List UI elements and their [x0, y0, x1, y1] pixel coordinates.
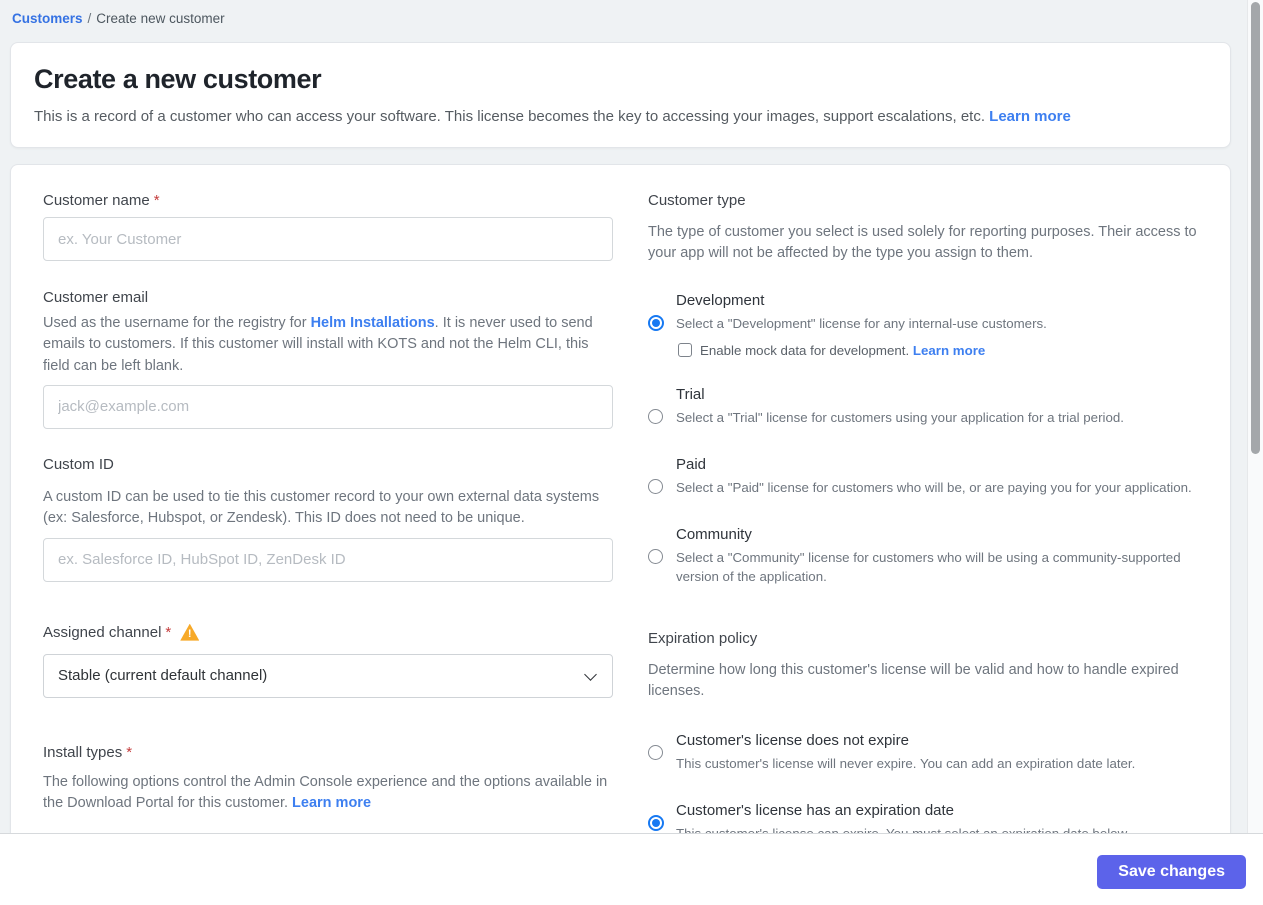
trial-radio[interactable]	[648, 408, 663, 424]
customer-type-description: The type of customer you select is used …	[648, 224, 1197, 262]
customer-type-option-development[interactable]: Development Select a "Development" licen…	[648, 292, 1198, 358]
customer-email-input[interactable]	[43, 384, 613, 429]
helm-installations-link[interactable]: Helm Installations	[311, 315, 435, 331]
header-learn-more-link[interactable]: Learn more	[989, 108, 1071, 125]
page-subtitle-text: This is a record of a customer who can a…	[34, 108, 985, 125]
mock-data-label: Enable mock data for development. Learn …	[700, 342, 986, 358]
scrollbar-thumb[interactable]	[1251, 2, 1260, 454]
paid-radio[interactable]	[648, 478, 663, 494]
expiration-policy-description: Determine how long this customer's licen…	[648, 662, 1179, 700]
required-asterisk: *	[126, 743, 133, 761]
expiration-option-has-expiration[interactable]: Customer's license has an expiration dat…	[648, 802, 1198, 833]
customer-name-input[interactable]	[43, 217, 613, 261]
assigned-channel-label: Assigned channel * !	[43, 623, 613, 641]
breadcrumb-current: Create new customer	[96, 11, 225, 26]
breadcrumb: Customers / Create new customer	[0, 0, 1263, 26]
customer-email-help: Used as the username for the registry fo…	[43, 315, 593, 374]
no-expire-description: This customer's license will never expir…	[676, 756, 1136, 772]
customer-email-label: Customer email	[43, 289, 149, 306]
customer-type-heading: Customer type	[648, 192, 746, 209]
expiration-policy-heading: Expiration policy	[648, 630, 758, 648]
paid-description: Select a "Paid" license for customers wh…	[676, 479, 1192, 495]
scrollbar[interactable]	[1247, 0, 1263, 833]
has-expiration-title: Customer's license has an expiration dat…	[676, 802, 955, 820]
required-asterisk: *	[165, 623, 172, 641]
custom-id-label: Custom ID	[43, 455, 114, 473]
install-types-label: Install types *	[43, 743, 133, 761]
form-left-column: Customer name* Customer email Used as th…	[43, 192, 613, 811]
form-right-column: Customer type The type of customer you s…	[648, 192, 1198, 833]
custom-id-help: A custom ID can be used to tie this cust…	[43, 488, 600, 527]
paid-title: Paid	[676, 455, 707, 473]
community-radio[interactable]	[648, 548, 663, 564]
customer-type-option-paid[interactable]: Paid Select a "Paid" license for custome…	[648, 456, 1198, 498]
development-radio[interactable]	[648, 315, 664, 332]
page-subtitle: This is a record of a customer who can a…	[34, 108, 1207, 125]
trial-title: Trial	[676, 385, 705, 403]
page-header-card: Create a new customer This is a record o…	[10, 42, 1231, 148]
mock-data-checkbox[interactable]	[678, 343, 692, 358]
required-asterisk: *	[153, 192, 160, 209]
trial-description: Select a "Trial" license for customers u…	[676, 409, 1124, 425]
community-description: Select a "Community" license for custome…	[676, 549, 1181, 584]
page-title: Create a new customer	[34, 64, 322, 94]
expiration-option-no-expire[interactable]: Customer's license does not expire This …	[648, 732, 1198, 774]
customer-type-option-community[interactable]: Community Select a "Community" license f…	[648, 526, 1198, 587]
save-changes-button[interactable]: Save changes	[1097, 855, 1246, 889]
install-types-help: The following options control the Admin …	[43, 773, 608, 811]
install-types-learn-more-link[interactable]: Learn more	[292, 795, 371, 811]
community-title: Community	[676, 525, 752, 543]
custom-id-input[interactable]	[43, 537, 613, 582]
has-expiration-description: This customer's license can expire. You …	[676, 825, 1198, 833]
assigned-channel-selected-value: Stable (current default channel)	[58, 666, 268, 684]
customer-form-card: Customer name* Customer email Used as th…	[10, 164, 1231, 833]
mock-data-learn-more-link[interactable]: Learn more	[913, 343, 985, 358]
mock-data-row: Enable mock data for development. Learn …	[678, 343, 1198, 358]
breadcrumb-separator: /	[87, 11, 92, 26]
breadcrumb-customers-link[interactable]: Customers	[12, 11, 83, 26]
warning-triangle-icon: !	[180, 623, 200, 641]
development-title: Development	[676, 292, 765, 310]
assigned-channel-select[interactable]: Stable (current default channel)	[43, 653, 613, 698]
customer-name-label: Customer name *	[43, 192, 160, 209]
no-expire-title: Customer's license does not expire	[676, 732, 909, 750]
has-expiration-radio[interactable]	[648, 815, 664, 832]
customer-type-option-trial[interactable]: Trial Select a "Trial" license for custo…	[648, 386, 1198, 428]
no-expire-radio[interactable]	[648, 745, 663, 761]
footer-save-bar: Save changes	[0, 833, 1263, 905]
development-description: Select a "Development" license for any i…	[676, 316, 1047, 332]
